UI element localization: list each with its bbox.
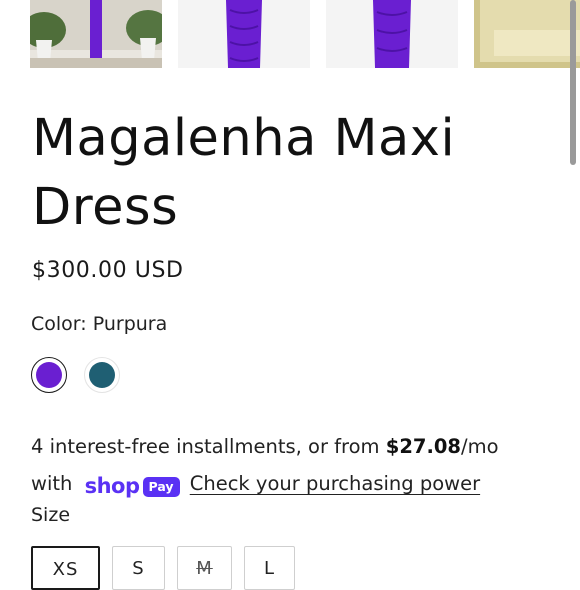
shop-pay-badge: Pay [142,476,180,497]
size-option-label: L [263,558,276,579]
shop-pay-logo: shop Pay [85,468,180,505]
installments-with: with [31,472,73,495]
check-purchasing-power-link[interactable]: Check your purchasing power [190,472,480,495]
installment-amount: $27.08 [385,435,461,458]
scrollbar[interactable] [570,0,576,165]
installments-message: 4 interest-free installments, or from $2… [31,428,576,505]
size-option-xs[interactable]: XS [31,546,100,590]
size-option-m[interactable]: M [177,546,232,590]
installments-suffix: /mo [461,435,499,458]
size-option-l[interactable]: L [244,546,295,590]
product-title: Magalenha Maxi Dress [32,109,456,237]
size-option-s[interactable]: S [112,546,165,590]
size-option-label: XS [52,559,79,580]
thumb-dress-front[interactable] [178,0,310,68]
product-price: $300.00 USD [32,258,184,283]
size-option-label: S [132,558,145,579]
shop-pay-wordmark: shop [84,474,140,498]
swatch-fill [89,362,115,388]
installments-prefix: 4 interest-free installments, or from [31,435,386,458]
size-option-label: M [196,558,213,579]
thumb-fabric-detail[interactable] [474,0,580,68]
size-label: Size [31,504,71,526]
swatch-fill [36,362,62,388]
thumb-model-outdoor[interactable] [30,0,162,68]
color-swatch-purpura[interactable] [31,357,67,393]
thumb-dress-back[interactable] [326,0,458,68]
color-swatch-teal[interactable] [84,357,120,393]
color-label: Color: Purpura [31,313,168,335]
